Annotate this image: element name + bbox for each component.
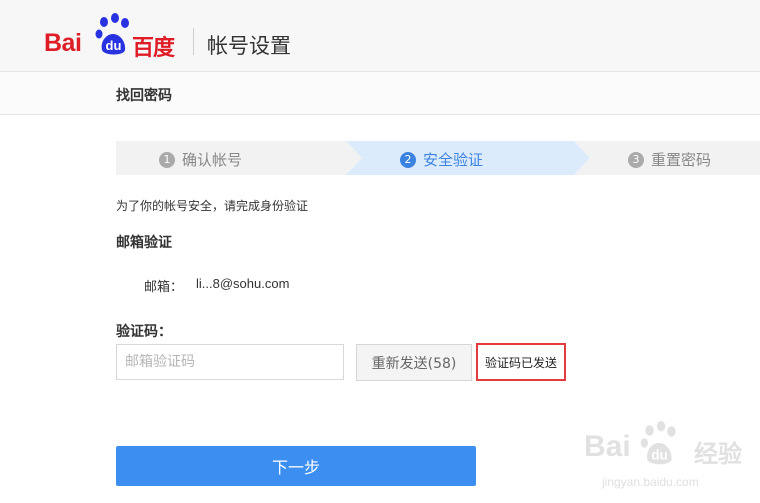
- verification-code-input[interactable]: [116, 344, 344, 380]
- step-reset-password: 3 重置密码: [628, 149, 711, 170]
- header-divider: [193, 28, 194, 55]
- section-breadcrumb: 找回密码: [116, 88, 172, 104]
- next-step-button[interactable]: 下一步: [116, 446, 476, 486]
- logo-text-bai: Bai: [44, 29, 82, 57]
- watermark-chinese: 经验: [694, 440, 742, 468]
- email-value: li...8@sohu.com: [196, 276, 290, 291]
- step-label: 确认帐号: [182, 151, 243, 169]
- logo-text-du: du: [106, 38, 122, 53]
- code-sent-notice: 验证码已发送: [476, 343, 566, 381]
- step-confirm-account: 1 确认帐号: [159, 149, 242, 170]
- step-security-verification: 2 安全验证: [400, 149, 483, 170]
- watermark-du: du: [651, 448, 668, 463]
- baidu-logo[interactable]: Bai du 百度: [44, 12, 184, 61]
- page-title: 帐号设置: [207, 34, 291, 58]
- step-label: 安全验证: [423, 151, 484, 169]
- verification-code-label: 验证码：: [116, 324, 172, 340]
- resend-code-button[interactable]: 重新发送(58): [356, 344, 472, 381]
- logo-text-chinese: 百度: [132, 36, 175, 61]
- step-number: 1: [159, 151, 175, 168]
- watermark-brand: Bai: [584, 430, 631, 463]
- paw-icon: du: [95, 13, 129, 55]
- watermark: Bai du 经验 jingyan.baidu.com: [584, 420, 754, 500]
- email-verification-heading: 邮箱验证: [116, 235, 172, 251]
- email-label: 邮箱：: [144, 280, 184, 295]
- sub-header-bar: 找回密码: [0, 72, 760, 115]
- intro-text: 为了你的帐号安全，请完成身份验证: [116, 199, 309, 213]
- step-number: 2: [400, 151, 416, 168]
- watermark-paw-icon: du: [640, 421, 676, 465]
- progress-steps: 1 确认帐号 2 安全验证 3 重置密码: [116, 141, 760, 175]
- watermark-url: jingyan.baidu.com: [602, 475, 699, 489]
- page-header: Bai du 百度 帐号设置: [0, 0, 760, 72]
- step-label: 重置密码: [651, 151, 712, 169]
- step-number: 3: [628, 151, 644, 168]
